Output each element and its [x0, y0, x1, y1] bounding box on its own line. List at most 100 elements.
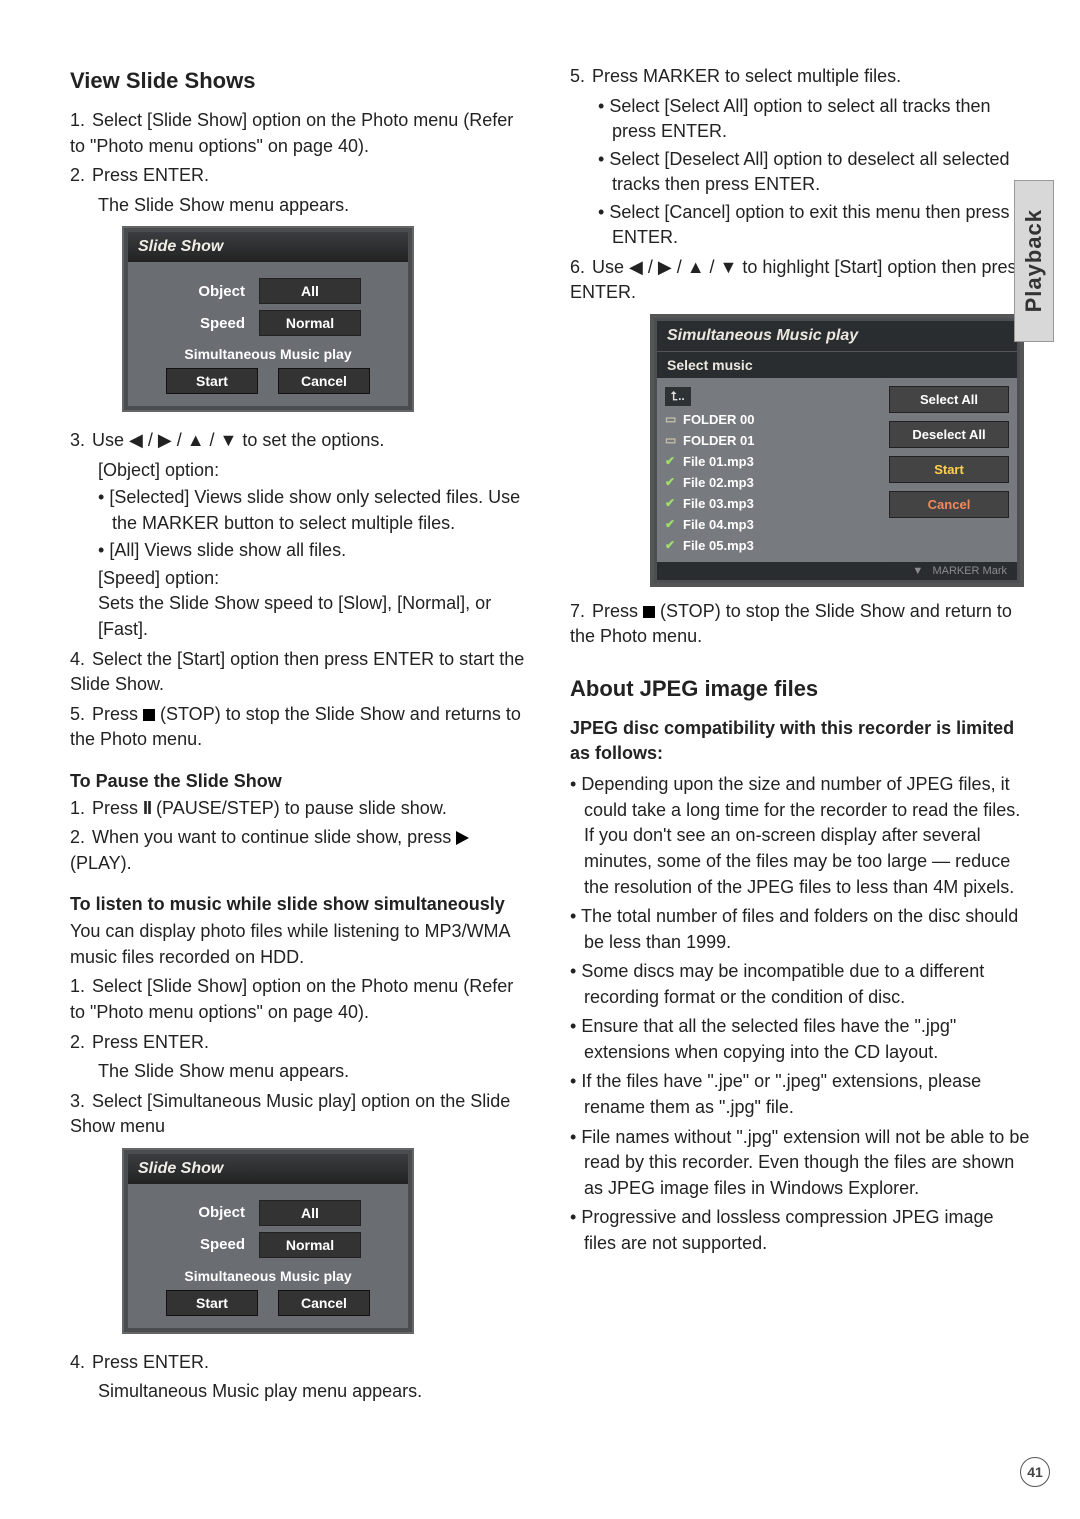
step: 4.Press ENTER. — [70, 1350, 530, 1376]
footer-hint: MARKER Mark — [932, 565, 1007, 577]
folder-icon: ▭ — [665, 433, 677, 447]
dialog-subtitle: Select music — [657, 351, 1017, 378]
dialog-body: Object All Speed Normal Simultaneous Mus… — [128, 1184, 408, 1328]
heading-jpeg: About JPEG image files — [570, 676, 1030, 702]
heading-view-slide-shows: View Slide Shows — [70, 68, 530, 94]
slide-show-dialog-2: Slide Show Object All Speed Normal Simul… — [122, 1148, 414, 1334]
bullet: • Progressive and lossless compression J… — [570, 1205, 1030, 1256]
speed-label: Speed — [175, 315, 245, 332]
page-number: 41 — [1020, 1457, 1050, 1487]
list-item[interactable]: ✔File 02.mp3 — [657, 472, 881, 493]
bullet-text: [Selected] Views slide show only selecte… — [109, 487, 520, 533]
file-list[interactable]: ⮤.. ▭ FOLDER 00 ▭ FOLDER 01 ✔File 01.mp3 ✔… — [657, 378, 881, 562]
dialog-title: Simultaneous Music play — [657, 321, 1017, 351]
bullet-text: Progressive and lossless compression JPE… — [581, 1207, 993, 1253]
speed-label: Speed — [175, 1236, 245, 1253]
select-all-button[interactable]: Select All — [889, 386, 1009, 413]
object-label: Object — [175, 283, 245, 300]
bullet-text: Ensure that all the selected files have … — [581, 1016, 956, 1062]
item-label: File 03.mp3 — [683, 496, 754, 511]
bullet-text: File names without ".jpg" extension will… — [581, 1127, 1029, 1198]
jpeg-bullets: • Depending upon the size and number of … — [570, 772, 1030, 1256]
option-heading: [Object] option: — [98, 458, 530, 484]
speed-value[interactable]: Normal — [259, 1232, 361, 1258]
deselect-all-button[interactable]: Deselect All — [889, 421, 1009, 448]
step-text: Select [Simultaneous Music play] option … — [70, 1091, 510, 1137]
step: 3.Use ◀ / ▶ / ▲ / ▼ to set the options. — [70, 428, 530, 454]
bullet: • Ensure that all the selected files hav… — [570, 1014, 1030, 1065]
bullet-text: [All] Views slide show all files. — [109, 540, 346, 560]
section-tab-label: Playback — [1021, 209, 1047, 312]
step-text: Press ENTER. — [92, 1352, 209, 1372]
bullet: • If the files have ".jpe" or ".jpeg" ex… — [570, 1069, 1030, 1120]
option-heading: [Speed] option: — [98, 566, 530, 592]
speed-value[interactable]: Normal — [259, 310, 361, 336]
bullet: • Some discs may be incompatible due to … — [570, 959, 1030, 1010]
step-text: Press ENTER. — [92, 165, 209, 185]
item-label: FOLDER 01 — [683, 433, 755, 448]
check-icon: ✔ — [665, 496, 677, 510]
pause-icon: II — [143, 798, 151, 818]
dialog-footer: ▼ MARKER Mark — [657, 562, 1017, 580]
cancel-button[interactable]: Cancel — [278, 1290, 370, 1316]
step: 1.Press II (PAUSE/STEP) to pause slide s… — [70, 796, 530, 822]
stop-icon — [143, 709, 155, 721]
step-bullets: • Select [Select All] option to select a… — [598, 94, 1030, 251]
list-item[interactable]: ✔File 05.mp3 — [657, 535, 881, 556]
music-select-dialog: Simultaneous Music play Select music ⮤..… — [650, 314, 1024, 587]
item-label: FOLDER 00 — [683, 412, 755, 427]
step-sub: The Slide Show menu appears. — [98, 1059, 530, 1085]
list-item[interactable]: ✔ File 03.mp3 — [657, 493, 881, 514]
dialog-body: Object All Speed Normal Simultaneous Mus… — [128, 262, 408, 406]
bullet-text: If the files have ".jpe" or ".jpeg" exte… — [581, 1071, 981, 1117]
step-text: Press ENTER. — [92, 1032, 209, 1052]
step-sub: The Slide Show menu appears. — [98, 193, 530, 219]
step-text-a: When you want to continue slide show, pr… — [92, 827, 456, 847]
simultaneous-music-option[interactable]: Simultaneous Music play — [136, 346, 400, 362]
page-body: View Slide Shows 1.Select [Slide Show] o… — [0, 0, 1080, 1445]
up-icon: ⮤.. — [665, 387, 691, 406]
page-number-text: 41 — [1027, 1464, 1043, 1480]
step-text-b: (PAUSE/STEP) to pause slide show. — [151, 798, 447, 818]
object-value[interactable]: All — [259, 1200, 361, 1226]
start-button[interactable]: Start — [166, 368, 258, 394]
check-icon: ✔ — [665, 538, 677, 552]
step: 2.Press ENTER. — [70, 1030, 530, 1056]
step-text-a: Press — [92, 704, 143, 724]
bullet-text: The total number of files and folders on… — [581, 906, 1018, 952]
step-text: Select the [Start] option then press ENT… — [70, 649, 524, 695]
step: 4.Select the [Start] option then press E… — [70, 647, 530, 698]
list-item[interactable]: ✔File 01.mp3 — [657, 451, 881, 472]
step: 5.Press MARKER to select multiple files. — [570, 64, 1030, 90]
start-button[interactable]: Start — [889, 456, 1009, 483]
object-value[interactable]: All — [259, 278, 361, 304]
dialog-title: Slide Show — [128, 232, 408, 262]
step-text-a: Press — [592, 601, 643, 621]
step-text: Use ◀ / ▶ / ▲ / ▼ to set the options. — [92, 430, 384, 450]
listen-intro: You can display photo files while listen… — [70, 919, 530, 970]
bullet: • The total number of files and folders … — [570, 904, 1030, 955]
object-label: Object — [175, 1204, 245, 1221]
step: 7.Press (STOP) to stop the Slide Show an… — [570, 599, 1030, 650]
slide-show-dialog: Slide Show Object All Speed Normal Simul… — [122, 226, 414, 412]
bullet: • Select [Deselect All] option to desele… — [598, 147, 1030, 198]
step: 2.When you want to continue slide show, … — [70, 825, 530, 876]
bullet: • File names without ".jpg" extension wi… — [570, 1125, 1030, 1202]
heading-pause: To Pause the Slide Show — [70, 771, 530, 792]
list-item[interactable]: ▭ FOLDER 01 — [657, 430, 881, 451]
step-text-b: (PLAY). — [70, 853, 132, 873]
list-item[interactable]: ✔File 04.mp3 — [657, 514, 881, 535]
bullet: • [All] Views slide show all files. — [98, 538, 530, 564]
up-folder[interactable]: ⮤.. — [657, 384, 881, 409]
option-bullets: • [Selected] Views slide show only selec… — [98, 485, 530, 564]
simultaneous-music-option[interactable]: Simultaneous Music play — [136, 1268, 400, 1284]
cancel-button[interactable]: Cancel — [889, 491, 1009, 518]
step-text-a: Press — [92, 798, 143, 818]
start-button[interactable]: Start — [166, 1290, 258, 1316]
check-icon: ✔ — [665, 475, 677, 489]
stop-icon — [643, 606, 655, 618]
list-item[interactable]: ▭ FOLDER 00 — [657, 409, 881, 430]
folder-icon: ▭ — [665, 412, 677, 426]
cancel-button[interactable]: Cancel — [278, 368, 370, 394]
step: 5.Press (STOP) to stop the Slide Show an… — [70, 702, 530, 753]
